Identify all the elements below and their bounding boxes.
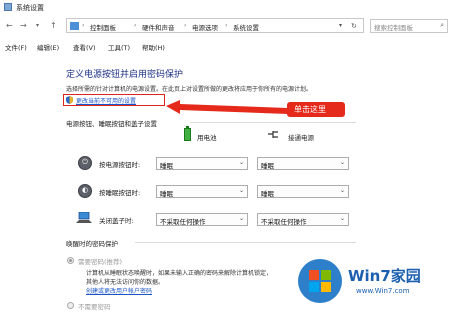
watermark-url: www.Win7.com	[356, 287, 410, 295]
chevron-right-icon[interactable]: ›	[82, 22, 84, 29]
breadcrumb-control-panel[interactable]: 控制面板	[90, 22, 116, 32]
require-password-description: 计算机从睡眠状态唤醒时，如果未输入正确的密码来解除计算机锁定，	[86, 270, 273, 277]
divider	[135, 242, 356, 243]
menu-file[interactable]: 文件(F)	[5, 42, 27, 52]
select-value: 睡眠	[160, 190, 173, 198]
chevron-down-icon: ⌄	[339, 159, 345, 166]
column-plugged-in: 接通电源	[288, 134, 314, 142]
password-section-title: 唤醒时的密码保护	[66, 240, 118, 248]
breadcrumb-hardware-sound[interactable]: 硬件和声音	[142, 22, 175, 32]
battery-icon	[184, 126, 191, 141]
select-value: 睡眠	[261, 190, 274, 198]
chevron-down-icon: ⌄	[339, 215, 345, 222]
chevron-down-icon: ⌄	[238, 215, 244, 222]
power-plug-icon	[268, 131, 278, 138]
select-value: 不采取任何操作	[160, 218, 206, 226]
menu-view[interactable]: 查看(V)	[73, 42, 96, 52]
close-lid-battery-select[interactable]: 不采取任何操作 ⌄	[156, 213, 248, 226]
up-arrow-icon[interactable]: ↑	[50, 21, 57, 30]
divider	[190, 122, 356, 123]
control-panel-icon	[4, 3, 12, 11]
column-battery: 用电池	[197, 134, 217, 142]
no-password-label: 不需要密码	[78, 303, 111, 311]
refresh-icon[interactable]: ↻	[351, 22, 357, 30]
search-placeholder: 搜索控制面板	[374, 24, 413, 32]
close-lid-plugged-select[interactable]: 不采取任何操作 ⌄	[257, 213, 349, 226]
chevron-right-icon[interactable]: ›	[225, 22, 227, 29]
title-bar: 系统设置	[0, 0, 450, 14]
windows-logo-icon	[298, 259, 342, 303]
breadcrumb[interactable]: › 控制面板 › 硬件和声音 › 电源选项 › 系统设置 ▾ ↻	[66, 18, 364, 33]
window-title: 系统设置	[16, 4, 44, 12]
callout-badge: 单击这里	[287, 102, 345, 117]
menu-tools[interactable]: 工具(T)	[108, 42, 130, 52]
control-panel-icon	[70, 22, 79, 30]
forward-arrow-icon[interactable]: →	[20, 21, 27, 30]
menu-help[interactable]: 帮助(H)	[142, 42, 165, 52]
no-password-radio[interactable]	[67, 302, 74, 309]
sleep-button-icon: ◐	[78, 184, 92, 198]
require-password-radio[interactable]	[67, 257, 74, 264]
recent-pages-chevron-icon[interactable]: ▾	[36, 22, 39, 29]
breadcrumb-system-settings[interactable]: 系统设置	[233, 22, 259, 32]
power-button-icon: ⏻	[78, 156, 92, 170]
row-label-power-button: 按电源按钮时:	[99, 161, 141, 169]
create-account-password-link[interactable]: 创建或更改用户帐户密码	[86, 286, 152, 295]
require-password-description-2: 其他人将无法访问你的数据。	[86, 279, 165, 286]
laptop-lid-icon	[76, 212, 92, 223]
select-value: 睡眠	[160, 162, 173, 170]
watermark: Win7家园 www.Win7.com	[298, 253, 448, 311]
search-icon[interactable]: ⌕	[440, 21, 444, 30]
chevron-down-icon: ⌄	[339, 187, 345, 194]
menu-edit[interactable]: 编辑(E)	[37, 42, 59, 52]
power-button-battery-select[interactable]: 睡眠 ⌄	[156, 157, 248, 170]
power-button-plugged-select[interactable]: 睡眠 ⌄	[257, 157, 349, 170]
address-dropdown-icon[interactable]: ▾	[339, 22, 342, 29]
watermark-brand: Win7家园	[348, 267, 421, 285]
sleep-button-battery-select[interactable]: 睡眠 ⌄	[156, 185, 248, 198]
chevron-down-icon: ⌄	[238, 159, 244, 166]
row-label-close-lid: 关闭盖子时:	[99, 217, 134, 225]
search-input[interactable]: 搜索控制面板 ⌕	[370, 19, 448, 33]
breadcrumb-power-options[interactable]: 电源选项	[192, 22, 218, 32]
back-arrow-icon[interactable]: ←	[6, 21, 13, 30]
chevron-right-icon[interactable]: ›	[184, 22, 186, 29]
power-section-title: 电源按钮、睡眠按钮和盖子设置	[66, 120, 157, 128]
chevron-right-icon[interactable]: ›	[134, 22, 136, 29]
menu-bar: 文件(F) 编辑(E) 查看(V) 工具(T) 帮助(H)	[0, 40, 450, 52]
select-value: 不采取任何操作	[261, 218, 307, 226]
require-password-label: 需要密码(推荐)	[78, 258, 123, 266]
sleep-button-plugged-select[interactable]: 睡眠 ⌄	[257, 185, 349, 198]
row-label-sleep-button: 按睡眠按钮时:	[99, 189, 141, 197]
select-value: 睡眠	[261, 162, 274, 170]
chevron-down-icon: ⌄	[238, 187, 244, 194]
callout-text: 单击这里	[294, 105, 326, 114]
